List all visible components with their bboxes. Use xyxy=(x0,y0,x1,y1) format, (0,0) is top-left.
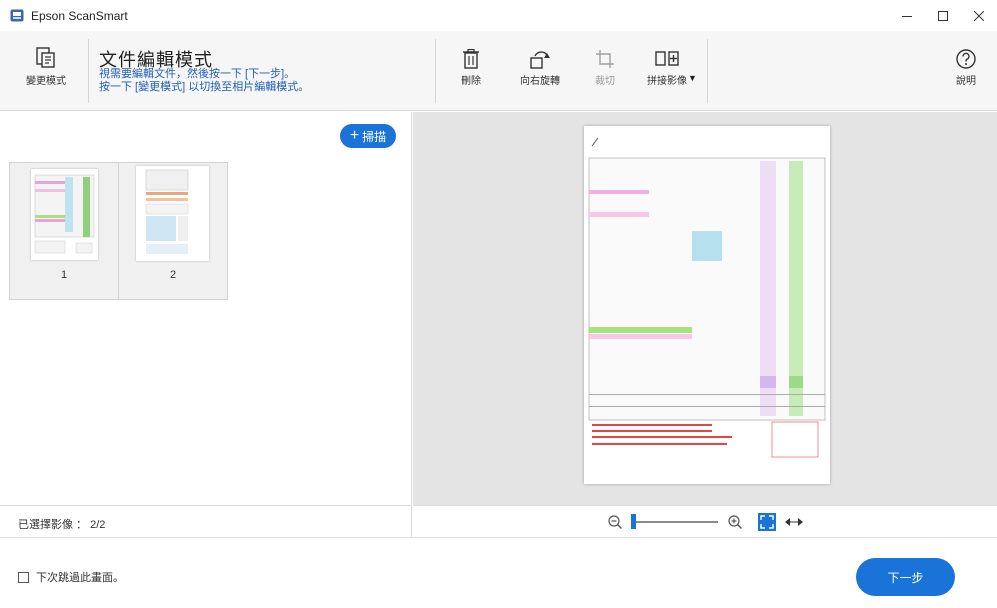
stitch-images-icon xyxy=(655,51,679,66)
document-preview[interactable] xyxy=(584,126,830,484)
preview-area xyxy=(413,112,997,505)
close-button[interactable] xyxy=(961,0,997,31)
thumbnail-number: 1 xyxy=(60,269,68,281)
page-thumbnail-image xyxy=(31,169,98,260)
scan-button-label: 掃描 xyxy=(362,129,387,144)
ribbon-separator xyxy=(435,39,436,103)
skip-screen-option[interactable]: 下次跳過此畫面。 xyxy=(18,569,124,585)
epson-scansmart-app-icon xyxy=(10,9,24,22)
zoom-bar xyxy=(413,505,997,537)
close-icon xyxy=(974,10,984,21)
thumbnail-page-2[interactable]: 2 xyxy=(118,162,228,300)
window-controls xyxy=(889,0,997,31)
toolbar-ribbon: 變更模式 文件編輯模式 視需要編輯文件，然後按一下 [下一步]。 按一下 [變更… xyxy=(0,31,997,111)
maximize-button[interactable] xyxy=(925,0,961,31)
dropdown-arrow-icon: ▼ xyxy=(688,73,697,83)
selected-images-count: 已選擇影像 ： 2/2 xyxy=(18,519,106,531)
minimize-icon xyxy=(902,15,912,17)
footer-bar: 下次跳過此畫面。 下一步 xyxy=(0,537,997,608)
document-preview-content xyxy=(588,137,826,458)
window-title: Epson ScanSmart xyxy=(31,8,128,23)
fit-to-window-icon[interactable] xyxy=(758,513,776,531)
fit-width-icon[interactable] xyxy=(785,516,803,528)
page-thumbnail-content xyxy=(145,169,189,254)
thumbnail-list: 1 2 xyxy=(9,162,228,300)
zoom-out-icon[interactable] xyxy=(607,514,623,530)
stitch-images-group: 拼接影像 xyxy=(647,49,687,87)
change-mode-icon xyxy=(36,47,55,68)
thumbnail-page-1[interactable]: 1 xyxy=(9,162,119,300)
rotate-right-label: 向右旋轉 xyxy=(520,76,560,87)
crop-icon xyxy=(596,50,614,68)
title-bar: Epson ScanSmart xyxy=(0,0,997,31)
mode-description-line-2: 按一下 [變更模式] 以切換至相片編輯模式。 xyxy=(99,81,310,93)
selection-status-bar: 已選擇影像 ： 2/2 xyxy=(0,505,412,537)
plus-icon: + xyxy=(349,127,360,144)
minimize-button[interactable] xyxy=(889,0,925,31)
help-button[interactable]: 說明 xyxy=(956,49,976,87)
crop-label: 裁切 xyxy=(595,76,615,87)
crop-button[interactable]: 裁切 xyxy=(595,49,615,87)
change-mode-label: 變更模式 xyxy=(26,76,66,87)
page-thumbnail-content xyxy=(34,174,95,254)
page-thumbnail-image xyxy=(136,166,209,261)
stitch-images-label: 拼接影像 xyxy=(647,76,687,87)
delete-button[interactable]: 刪除 xyxy=(461,49,481,87)
stitch-images-button[interactable]: 拼接影像 ▼ xyxy=(647,49,697,87)
zoom-slider-handle[interactable] xyxy=(631,514,636,529)
scan-button[interactable]: + 掃描 xyxy=(340,124,396,148)
change-mode-button[interactable]: 變更模式 xyxy=(26,47,66,87)
zoom-in-icon[interactable] xyxy=(727,514,743,530)
help-label: 說明 xyxy=(956,76,976,87)
rotate-right-icon xyxy=(530,51,550,69)
thumbnail-number: 2 xyxy=(169,269,177,281)
skip-screen-label: 下次跳過此畫面。 xyxy=(36,572,124,584)
delete-label: 刪除 xyxy=(461,76,481,87)
mode-description: 視需要編輯文件，然後按一下 [下一步]。 按一下 [變更模式] 以切換至相片編輯… xyxy=(99,68,309,94)
next-button[interactable]: 下一步 xyxy=(856,558,955,596)
rotate-right-button[interactable]: 向右旋轉 xyxy=(520,49,560,87)
skip-screen-checkbox[interactable] xyxy=(18,571,29,583)
thumbnail-panel: + 掃描 1 2 xyxy=(0,112,412,505)
maximize-icon xyxy=(938,10,948,21)
mode-description-line-1: 視需要編輯文件，然後按一下 [下一步]。 xyxy=(99,68,296,80)
help-icon xyxy=(956,49,976,69)
ribbon-separator xyxy=(88,39,89,103)
zoom-slider-track[interactable] xyxy=(632,521,718,523)
ribbon-separator xyxy=(707,39,708,103)
trash-icon xyxy=(463,49,479,69)
